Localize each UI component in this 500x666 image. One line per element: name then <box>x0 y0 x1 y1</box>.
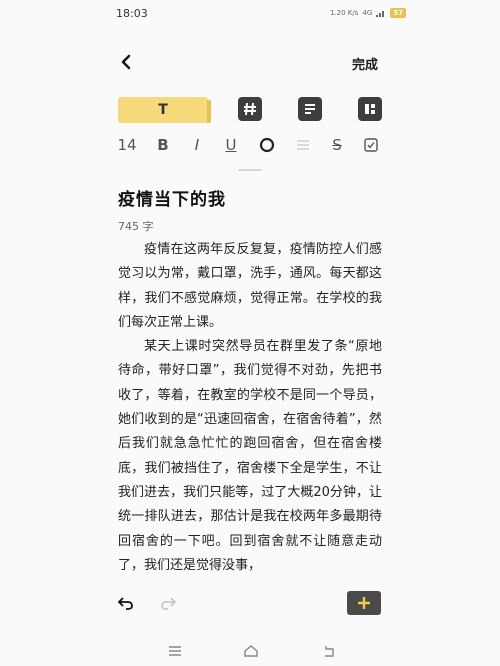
menu-icon <box>169 646 181 656</box>
history-controls <box>115 592 179 614</box>
menu-nav-button[interactable] <box>164 640 186 662</box>
status-bar: 18:03 1.20 K/s 4G 57 <box>0 0 500 28</box>
hash-button[interactable] <box>238 97 262 121</box>
hash-icon <box>244 102 256 116</box>
circle-icon <box>259 137 275 153</box>
editor-toolbar: T <box>118 97 382 123</box>
underline-button[interactable]: U <box>222 134 240 156</box>
done-button[interactable]: 完成 <box>352 54 378 73</box>
back-nav-button[interactable] <box>318 640 340 662</box>
layout-icon <box>365 104 375 114</box>
add-button[interactable] <box>347 591 381 615</box>
plus-icon <box>358 597 370 609</box>
list-button[interactable] <box>298 97 322 121</box>
chevron-left-icon <box>121 54 131 70</box>
bold-button[interactable]: B <box>154 134 172 156</box>
list-icon <box>305 104 315 114</box>
return-icon <box>325 646 334 657</box>
italic-button[interactable]: I <box>188 134 206 156</box>
note-title[interactable]: 疫情当下的我 <box>118 185 226 210</box>
battery-badge: 57 <box>390 8 407 18</box>
status-time: 18:03 <box>116 7 148 20</box>
align-button[interactable] <box>294 134 312 156</box>
status-indicators: 1.20 K/s 4G 57 <box>330 8 407 18</box>
font-size-button[interactable]: 14 <box>117 134 136 156</box>
note-body[interactable]: 疫情在这两年反反复复，疫情防控人们感觉习以为常，戴口罩，洗手，通风。每天都这样，… <box>118 238 382 578</box>
back-button[interactable] <box>114 50 138 74</box>
checkbox-icon <box>364 138 378 152</box>
text-style-label: T <box>158 102 168 118</box>
layout-button[interactable] <box>358 97 382 121</box>
network-speed: 1.20 K/s <box>330 9 359 17</box>
drag-handle[interactable] <box>238 169 262 171</box>
system-nav-bar <box>0 636 500 666</box>
home-nav-button[interactable] <box>240 640 262 662</box>
align-icon <box>297 140 309 150</box>
undo-icon <box>117 597 133 610</box>
color-button[interactable] <box>258 134 276 156</box>
text-style-button[interactable]: T <box>118 97 211 123</box>
format-toolbar: 14 B I U S <box>117 134 382 156</box>
word-count: 745 字 <box>118 220 154 233</box>
home-icon <box>244 645 258 657</box>
signal-icon <box>376 11 385 17</box>
redo-button[interactable] <box>157 592 179 614</box>
strikethrough-button[interactable]: S <box>328 134 346 156</box>
network-type: 4G <box>362 9 373 17</box>
undo-button[interactable] <box>115 592 137 614</box>
redo-icon <box>161 597 177 610</box>
paragraph: 某天上课时突然导员在群里发了条“原地待命，带好口罩”，我们觉得不对劲，先把书收了… <box>118 339 382 573</box>
checkbox-button[interactable] <box>362 134 380 156</box>
paragraph: 疫情在这两年反反复复，疫情防控人们感觉习以为常，戴口罩，洗手，通风。每天都这样，… <box>118 242 382 330</box>
